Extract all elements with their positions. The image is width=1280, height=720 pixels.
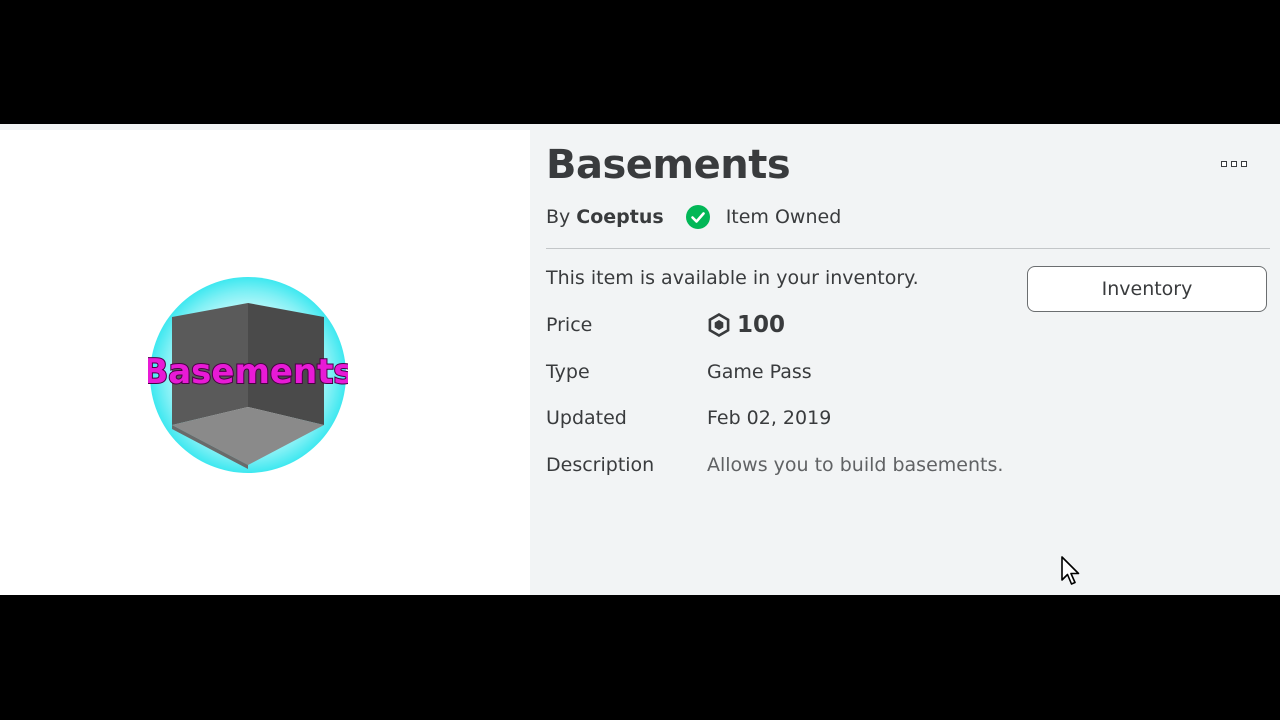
by-label: By <box>546 206 571 228</box>
thumbnail-logo-text: Basements <box>148 352 348 392</box>
item-details-page: Basements Basements By Coeptus Item Owne… <box>0 124 1280 595</box>
description-value: Allows you to build basements. <box>707 454 1004 476</box>
price-amount: 100 <box>737 312 786 338</box>
updated-row: Updated Feb 02, 2019 <box>546 403 831 433</box>
check-circle-icon <box>685 205 710 229</box>
price-value: 100 <box>707 312 785 338</box>
item-thumbnail: Basements <box>148 277 348 473</box>
type-row: Type Game Pass <box>546 357 812 387</box>
more-options-icon <box>1221 161 1227 167</box>
type-value: Game Pass <box>707 361 812 383</box>
updated-value: Feb 02, 2019 <box>707 407 832 429</box>
creator-link[interactable]: Coeptus <box>576 206 663 228</box>
screen: Basements Basements By Coeptus Item Owne… <box>0 0 1280 720</box>
item-title: Basements <box>546 142 791 188</box>
availability-text: This item is available in your inventory… <box>546 267 919 289</box>
type-label: Type <box>546 361 590 383</box>
mouse-cursor-icon <box>1061 556 1080 585</box>
creator-line: By Coeptus Item Owned <box>546 204 841 230</box>
item-details: Basements By Coeptus Item Owned This ite… <box>546 124 1270 595</box>
updated-label: Updated <box>546 407 627 429</box>
divider <box>546 248 1270 249</box>
more-options-dot <box>1231 161 1237 167</box>
price-label: Price <box>546 314 593 336</box>
inventory-button[interactable]: Inventory <box>1027 266 1267 312</box>
description-label: Description <box>546 454 655 476</box>
item-owned-label: Item Owned <box>725 206 842 228</box>
description-row: Description Allows you to build basement… <box>546 450 1003 480</box>
price-row: Price 100 <box>546 310 785 340</box>
more-options-dot <box>1241 161 1247 167</box>
thumbnail-panel: Basements <box>0 130 530 595</box>
more-options-button[interactable] <box>1216 154 1252 174</box>
robux-icon <box>708 313 730 337</box>
